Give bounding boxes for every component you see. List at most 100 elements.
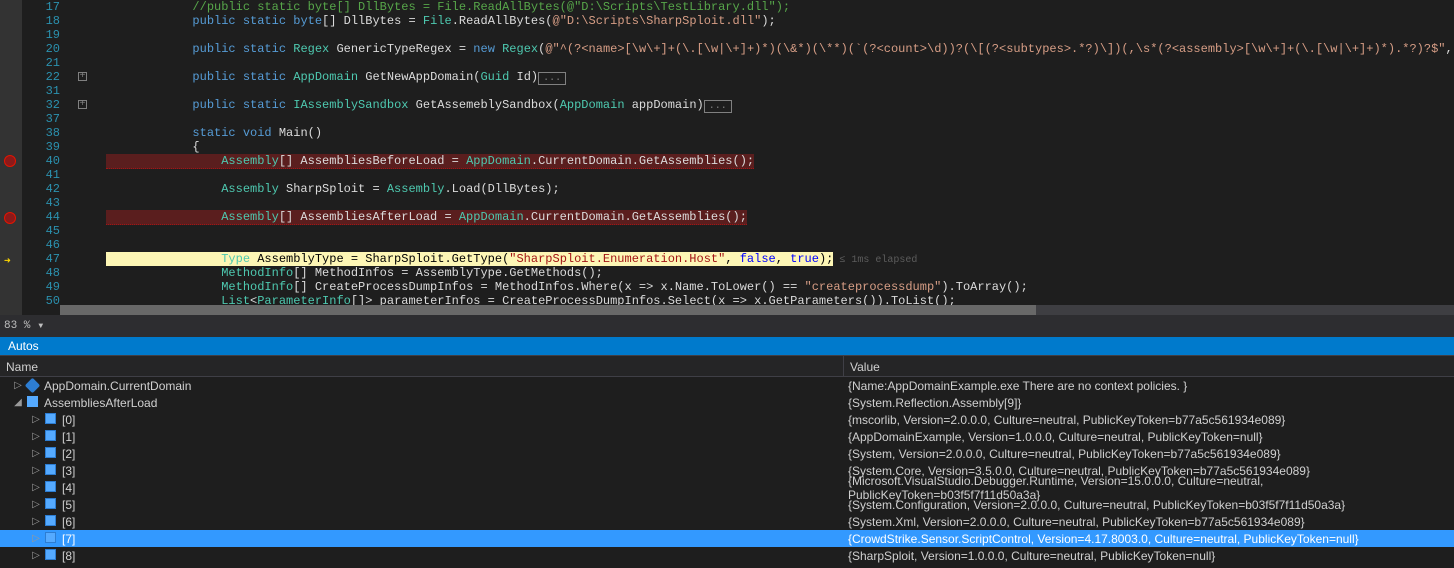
code-line[interactable] xyxy=(106,238,1454,252)
breakpoint-icon[interactable] xyxy=(4,212,16,224)
autos-name: [4] xyxy=(62,481,75,495)
autos-col-name[interactable]: Name xyxy=(0,356,844,376)
autos-row[interactable]: ▷ [2] {System, Version=2.0.0.0, Culture=ne… xyxy=(0,445,1454,462)
line-number: 45 xyxy=(22,224,60,238)
autos-panel-title[interactable]: Autos xyxy=(0,337,1454,355)
field-icon xyxy=(45,498,59,512)
code-line[interactable]: Type AssemblyType = SharpSploit.GetType(… xyxy=(106,252,1454,266)
autos-name: [2] xyxy=(62,447,75,461)
breakpoint-margin[interactable]: ➜ xyxy=(0,0,22,315)
autos-row[interactable]: ▷ [5] {System.Configuration, Version=2.0.0… xyxy=(0,496,1454,513)
autos-name: [6] xyxy=(62,515,75,529)
field-icon xyxy=(27,396,41,410)
code-line[interactable]: Assembly[] AssembliesBeforeLoad = AppDom… xyxy=(106,154,1454,168)
autos-name: [5] xyxy=(62,498,75,512)
code-line[interactable]: public static IAssemblySandbox GetAsseme… xyxy=(106,98,1454,112)
zoom-control[interactable]: 83 % ▼ xyxy=(0,315,1454,337)
code-editor[interactable]: ➜ 17181920212231323738394041424344454647… xyxy=(0,0,1454,315)
line-number: 19 xyxy=(22,28,60,42)
autos-body[interactable]: ▷AppDomain.CurrentDomain{Name:AppDomainE… xyxy=(0,377,1454,564)
autos-row[interactable]: ▷[8]{SharpSploit, Version=1.0.0.0, Cultu… xyxy=(0,547,1454,564)
code-line[interactable]: MethodInfo[] MethodInfos = AssemblyType.… xyxy=(106,266,1454,280)
field-icon xyxy=(45,515,59,529)
code-line[interactable]: //public static byte[] DllBytes = File.R… xyxy=(106,0,1454,14)
expand-icon[interactable]: ▷ xyxy=(30,465,42,476)
line-number: 49 xyxy=(22,280,60,294)
expand-region-icon[interactable]: + xyxy=(78,72,87,81)
field-icon xyxy=(45,447,59,461)
autos-col-value[interactable]: Value xyxy=(844,356,1454,376)
code-line[interactable]: Assembly[] AssembliesAfterLoad = AppDoma… xyxy=(106,210,1454,224)
line-number: 48 xyxy=(22,266,60,280)
scrollbar-thumb[interactable] xyxy=(60,305,1036,315)
autos-value: {AppDomainExample, Version=1.0.0.0, Cult… xyxy=(844,430,1454,444)
code-line[interactable]: static void Main() xyxy=(106,126,1454,140)
expand-icon[interactable]: ▷ xyxy=(30,431,42,442)
field-icon xyxy=(45,481,59,495)
autos-row[interactable]: ◢ AssembliesAfterLoad {System.Reflection.A… xyxy=(0,394,1454,411)
code-line[interactable] xyxy=(106,84,1454,98)
expand-icon[interactable]: ▷ xyxy=(12,380,24,391)
line-number: 37 xyxy=(22,112,60,126)
chevron-down-icon[interactable]: ▼ xyxy=(38,322,43,331)
expand-icon[interactable]: ▷ xyxy=(30,482,42,493)
autos-row[interactable]: ▷[4]{Microsoft.VisualStudio.Debugger.Run… xyxy=(0,479,1454,496)
autos-row[interactable]: ▷ [7] {CrowdStrike.Sensor.ScriptControl, V… xyxy=(0,530,1454,547)
field-icon xyxy=(45,549,59,563)
code-line[interactable]: public static Regex GenericTypeRegex = n… xyxy=(106,42,1454,56)
line-number: 17 xyxy=(22,0,60,14)
autos-row[interactable]: ▷ [0] {mscorlib, Version=2.0.0.0, Culture=… xyxy=(0,411,1454,428)
autos-row[interactable]: ▷AppDomain.CurrentDomain{Name:AppDomainE… xyxy=(0,377,1454,394)
field-icon xyxy=(45,430,59,444)
line-number: 22 xyxy=(22,70,60,84)
expand-icon[interactable]: ▷ xyxy=(30,533,42,544)
breakpoint-icon[interactable] xyxy=(4,155,16,167)
autos-name: AppDomain.CurrentDomain xyxy=(44,379,191,393)
autos-name: [1] xyxy=(62,430,75,444)
code-line[interactable] xyxy=(106,56,1454,70)
line-number-gutter: 1718192021223132373839404142434445464748… xyxy=(22,0,66,315)
field-icon xyxy=(45,413,59,427)
autos-value: {mscorlib, Version=2.0.0.0, Culture=neut… xyxy=(844,413,1454,427)
code-line[interactable]: public static byte[] DllBytes = File.Rea… xyxy=(106,14,1454,28)
autos-name: [0] xyxy=(62,413,75,427)
expand-icon[interactable]: ▷ xyxy=(30,414,42,425)
code-line[interactable]: MethodInfo[] CreateProcessDumpInfos = Me… xyxy=(106,280,1454,294)
autos-row[interactable]: ▷ [6] {System.Xml, Version=2.0.0.0, Cultur… xyxy=(0,513,1454,530)
code-line[interactable] xyxy=(106,224,1454,238)
expand-region-icon[interactable]: + xyxy=(78,100,87,109)
line-number: 41 xyxy=(22,168,60,182)
code-area[interactable]: //public static byte[] DllBytes = File.R… xyxy=(106,0,1454,315)
horizontal-scrollbar[interactable] xyxy=(60,305,1454,315)
autos-row[interactable]: ▷ [1] {AppDomainExample, Version=1.0.0.0, … xyxy=(0,428,1454,445)
line-number: 18 xyxy=(22,14,60,28)
code-line[interactable]: { xyxy=(106,140,1454,154)
code-line[interactable] xyxy=(106,28,1454,42)
expand-icon[interactable]: ▷ xyxy=(30,516,42,527)
property-icon xyxy=(27,379,41,393)
line-number: 32 xyxy=(22,98,60,112)
code-line[interactable] xyxy=(106,196,1454,210)
expand-icon[interactable]: ▷ xyxy=(30,499,42,510)
zoom-value: 83 % xyxy=(4,320,30,332)
autos-header: Name Value xyxy=(0,355,1454,377)
autos-value: {System.Reflection.Assembly[9]} xyxy=(844,396,1454,410)
autos-name: [7] xyxy=(62,532,75,546)
autos-value: {CrowdStrike.Sensor.ScriptControl, Versi… xyxy=(844,532,1454,546)
code-line[interactable]: public static AppDomain GetNewAppDomain(… xyxy=(106,70,1454,84)
line-number: 42 xyxy=(22,182,60,196)
code-line[interactable] xyxy=(106,168,1454,182)
line-number: 40 xyxy=(22,154,60,168)
fold-column[interactable]: ++ xyxy=(66,0,106,315)
code-line[interactable]: Assembly SharpSploit = Assembly.Load(Dll… xyxy=(106,182,1454,196)
autos-value: {System.Xml, Version=2.0.0.0, Culture=ne… xyxy=(844,515,1454,529)
autos-name: AssembliesAfterLoad xyxy=(44,396,157,410)
perf-tip: ≤ 1ms elapsed xyxy=(833,255,917,266)
autos-name: [3] xyxy=(62,464,75,478)
autos-value: {System.Configuration, Version=2.0.0.0, … xyxy=(844,498,1454,512)
collapse-icon[interactable]: ◢ xyxy=(12,397,24,408)
expand-icon[interactable]: ▷ xyxy=(30,550,42,561)
code-line[interactable] xyxy=(106,112,1454,126)
autos-value: {System, Version=2.0.0.0, Culture=neutra… xyxy=(844,447,1454,461)
expand-icon[interactable]: ▷ xyxy=(30,448,42,459)
